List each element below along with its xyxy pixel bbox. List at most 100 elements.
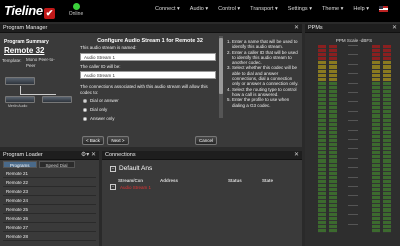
next-button[interactable]: Next > bbox=[107, 136, 129, 145]
meter-segment bbox=[329, 228, 337, 232]
meter-segment bbox=[329, 134, 337, 138]
program-list-item[interactable]: Remote 28 bbox=[3, 233, 96, 241]
meter-segment bbox=[383, 57, 391, 61]
meter-segment bbox=[329, 81, 337, 85]
ppm-scale-ticks bbox=[338, 45, 368, 233]
connections-body bbox=[102, 160, 302, 246]
meter-segment bbox=[372, 200, 380, 204]
meter-segment bbox=[372, 130, 380, 134]
connection-row[interactable]: − Audio Stream 1 bbox=[110, 184, 151, 190]
meter-segment bbox=[383, 175, 391, 179]
program-loader-tabs: Programs Speed Dial bbox=[3, 161, 75, 168]
meter-segment bbox=[383, 196, 391, 200]
nav-settings[interactable]: Settings ▾ bbox=[288, 6, 312, 12]
meter-segment bbox=[383, 171, 391, 175]
radio-dial-or-answer[interactable]: Dial or answer bbox=[83, 98, 119, 103]
cancel-button[interactable]: Cancel bbox=[195, 136, 217, 145]
radio-dial-only[interactable]: Dial only bbox=[83, 107, 107, 112]
meter-segment bbox=[318, 228, 326, 232]
close-icon[interactable]: ✕ bbox=[392, 24, 397, 33]
wizard-title: Configure Audio Stream 1 for Remote 32 bbox=[97, 38, 203, 44]
meter-segment bbox=[383, 139, 391, 143]
meter-segment bbox=[383, 94, 391, 98]
meter-segment bbox=[383, 130, 391, 134]
meter-segment bbox=[372, 98, 380, 102]
meter-segment bbox=[318, 106, 326, 110]
scale-tick bbox=[348, 129, 358, 131]
program-list-item[interactable]: Remote 26 bbox=[3, 215, 96, 223]
meter-segment bbox=[383, 98, 391, 102]
meter-segment bbox=[318, 130, 326, 134]
ppm-meter-left-1 bbox=[318, 45, 326, 233]
meter-segment bbox=[383, 53, 391, 57]
radio-icon bbox=[83, 107, 87, 112]
meter-segment bbox=[318, 171, 326, 175]
meter-segment bbox=[318, 220, 326, 224]
tab-speed-dial[interactable]: Speed Dial bbox=[38, 161, 75, 168]
program-list-item[interactable]: Remote 21 bbox=[3, 170, 96, 178]
meter-segment bbox=[383, 69, 391, 73]
meter-segment bbox=[372, 188, 380, 192]
meter-segment bbox=[329, 106, 337, 110]
scrollbar-thumb[interactable] bbox=[219, 38, 223, 94]
stream-name-input[interactable]: Audio Stream 1 bbox=[80, 53, 216, 61]
nav-transport[interactable]: Transport ▾ bbox=[250, 6, 278, 12]
meter-segment bbox=[318, 126, 326, 130]
program-list-item[interactable]: Remote 25 bbox=[3, 206, 96, 214]
meter-segment bbox=[383, 183, 391, 188]
nav-connect[interactable]: Connect ▾ bbox=[155, 6, 180, 12]
meter-segment bbox=[372, 147, 380, 151]
meter-segment bbox=[329, 110, 337, 114]
scale-tick bbox=[348, 101, 358, 103]
scale-tick bbox=[348, 204, 358, 206]
nav-audio[interactable]: Audio ▾ bbox=[190, 6, 208, 12]
meter-segment bbox=[383, 143, 391, 147]
back-button[interactable]: < Back bbox=[82, 136, 104, 145]
wizard-scrollbar[interactable] bbox=[219, 36, 223, 118]
close-icon[interactable]: ✕ bbox=[294, 24, 299, 33]
meter-segment bbox=[372, 192, 380, 196]
program-list-item[interactable]: Remote 22 bbox=[3, 179, 96, 187]
settings-close-controls[interactable]: ⚙▾ ✕ bbox=[81, 151, 96, 160]
meter-segment bbox=[329, 53, 337, 57]
nav-theme[interactable]: Theme ▾ bbox=[322, 6, 343, 12]
check-icon: ✔ bbox=[43, 8, 55, 19]
scale-tick bbox=[348, 120, 358, 122]
scale-tick bbox=[348, 186, 358, 187]
meter-segment bbox=[318, 122, 326, 126]
program-loader-header: Program Loader ⚙▾ ✕ bbox=[0, 151, 99, 160]
tab-programs[interactable]: Programs bbox=[3, 161, 37, 168]
meter-segment bbox=[383, 204, 391, 208]
cable-line bbox=[20, 94, 56, 95]
meter-segment bbox=[329, 143, 337, 147]
meter-segment bbox=[372, 102, 380, 106]
meter-segment bbox=[383, 167, 391, 171]
nav-control[interactable]: Control ▾ bbox=[218, 6, 240, 12]
nav-help[interactable]: Help ▾ bbox=[353, 6, 369, 12]
collapse-icon[interactable]: − bbox=[110, 165, 116, 172]
meter-segment bbox=[372, 220, 380, 224]
meter-segment bbox=[372, 126, 380, 130]
us-flag-icon[interactable] bbox=[379, 6, 388, 12]
meter-segment bbox=[329, 212, 337, 216]
meter-segment bbox=[383, 200, 391, 204]
meter-segment bbox=[329, 114, 337, 118]
status-dot-icon bbox=[72, 3, 80, 10]
meter-segment bbox=[318, 114, 326, 118]
meter-segment bbox=[372, 224, 380, 228]
collapse-icon[interactable]: − bbox=[110, 184, 116, 190]
program-list-item[interactable]: Remote 27 bbox=[3, 224, 96, 232]
close-icon[interactable]: ✕ bbox=[294, 151, 299, 160]
help-step: Enter the profile to use when dialing a … bbox=[232, 97, 300, 108]
meter-segment bbox=[318, 69, 326, 73]
meter-segment bbox=[383, 73, 391, 77]
meter-segment bbox=[329, 122, 337, 126]
default-answer-group[interactable]: − Default Ans bbox=[110, 165, 152, 172]
caller-id-input[interactable]: Audio Stream 1 bbox=[80, 71, 216, 79]
meter-segment bbox=[318, 175, 326, 179]
meter-segment bbox=[329, 216, 337, 220]
program-list-item[interactable]: Remote 24 bbox=[3, 197, 96, 205]
program-list-item[interactable]: Remote 23 bbox=[3, 188, 96, 196]
meter-segment bbox=[318, 147, 326, 151]
radio-answer-only[interactable]: Answer only bbox=[83, 116, 115, 121]
